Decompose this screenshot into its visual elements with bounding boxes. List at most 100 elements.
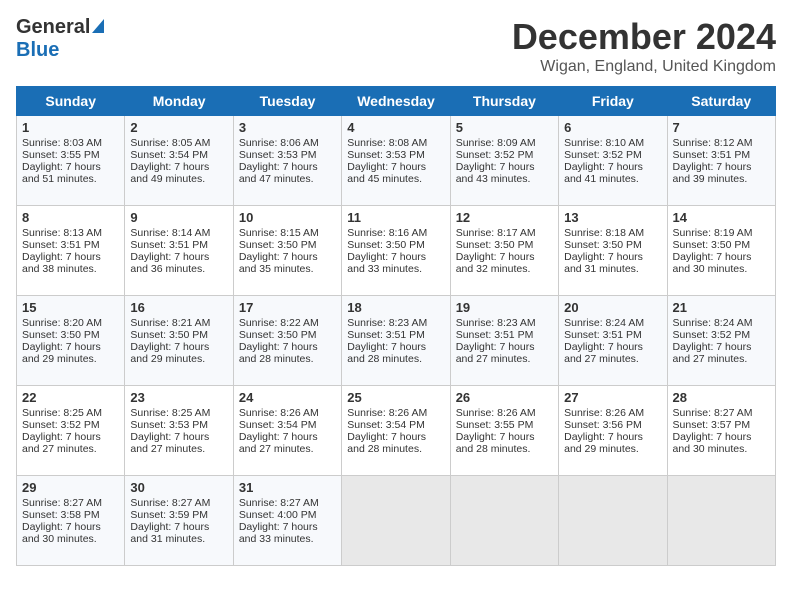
day-info-line: Sunrise: 8:09 AM xyxy=(456,137,553,149)
logo: General Blue xyxy=(16,16,104,62)
day-number: 24 xyxy=(239,390,336,405)
day-info-line: Sunrise: 8:26 AM xyxy=(239,407,336,419)
day-number: 18 xyxy=(347,300,444,315)
day-info-line: Sunrise: 8:16 AM xyxy=(347,227,444,239)
day-info-line: Sunset: 3:50 PM xyxy=(564,239,661,251)
day-info-line: Daylight: 7 hours xyxy=(130,341,227,353)
day-info-line: and 51 minutes. xyxy=(22,173,119,185)
day-info-line: Sunset: 3:56 PM xyxy=(564,419,661,431)
day-number: 12 xyxy=(456,210,553,225)
calendar-cell: 3Sunrise: 8:06 AMSunset: 3:53 PMDaylight… xyxy=(233,116,341,206)
day-info-line: Daylight: 7 hours xyxy=(239,161,336,173)
day-number: 28 xyxy=(673,390,770,405)
calendar-week-row: 22Sunrise: 8:25 AMSunset: 3:52 PMDayligh… xyxy=(17,386,776,476)
day-number: 5 xyxy=(456,120,553,135)
day-info-line: and 29 minutes. xyxy=(22,353,119,365)
calendar-cell: 16Sunrise: 8:21 AMSunset: 3:50 PMDayligh… xyxy=(125,296,233,386)
day-info-line: Sunrise: 8:26 AM xyxy=(456,407,553,419)
day-info-line: Sunrise: 8:05 AM xyxy=(130,137,227,149)
calendar-cell: 24Sunrise: 8:26 AMSunset: 3:54 PMDayligh… xyxy=(233,386,341,476)
day-info-line: Sunset: 3:51 PM xyxy=(456,329,553,341)
calendar-week-row: 29Sunrise: 8:27 AMSunset: 3:58 PMDayligh… xyxy=(17,476,776,566)
day-number: 4 xyxy=(347,120,444,135)
calendar-cell: 19Sunrise: 8:23 AMSunset: 3:51 PMDayligh… xyxy=(450,296,558,386)
day-info-line: Sunrise: 8:27 AM xyxy=(130,497,227,509)
day-info-line: Sunrise: 8:19 AM xyxy=(673,227,770,239)
calendar-cell xyxy=(342,476,450,566)
day-info-line: and 38 minutes. xyxy=(22,263,119,275)
day-info-line: Daylight: 7 hours xyxy=(673,161,770,173)
day-info-line: Daylight: 7 hours xyxy=(239,521,336,533)
day-info-line: Daylight: 7 hours xyxy=(130,251,227,263)
month-title: December 2024 xyxy=(512,16,776,58)
day-info-line: Sunset: 3:55 PM xyxy=(456,419,553,431)
day-info-line: Sunrise: 8:15 AM xyxy=(239,227,336,239)
calendar-cell: 9Sunrise: 8:14 AMSunset: 3:51 PMDaylight… xyxy=(125,206,233,296)
day-info-line: and 29 minutes. xyxy=(130,353,227,365)
weekday-header-sunday: Sunday xyxy=(17,87,125,116)
day-info-line: Daylight: 7 hours xyxy=(130,161,227,173)
weekday-header-thursday: Thursday xyxy=(450,87,558,116)
day-info-line: and 27 minutes. xyxy=(239,443,336,455)
day-info-line: Daylight: 7 hours xyxy=(22,161,119,173)
day-info-line: Sunset: 3:52 PM xyxy=(673,329,770,341)
day-info-line: Sunset: 3:51 PM xyxy=(564,329,661,341)
calendar-week-row: 8Sunrise: 8:13 AMSunset: 3:51 PMDaylight… xyxy=(17,206,776,296)
day-info-line: Sunrise: 8:17 AM xyxy=(456,227,553,239)
day-number: 19 xyxy=(456,300,553,315)
day-number: 31 xyxy=(239,480,336,495)
day-number: 3 xyxy=(239,120,336,135)
day-info-line: Sunrise: 8:22 AM xyxy=(239,317,336,329)
day-number: 11 xyxy=(347,210,444,225)
day-info-line: and 27 minutes. xyxy=(130,443,227,455)
calendar-table: SundayMondayTuesdayWednesdayThursdayFrid… xyxy=(16,86,776,566)
day-info-line: Sunrise: 8:24 AM xyxy=(673,317,770,329)
day-number: 27 xyxy=(564,390,661,405)
location-title: Wigan, England, United Kingdom xyxy=(512,58,776,76)
day-info-line: Sunset: 3:52 PM xyxy=(564,149,661,161)
calendar-cell: 27Sunrise: 8:26 AMSunset: 3:56 PMDayligh… xyxy=(559,386,667,476)
weekday-header-saturday: Saturday xyxy=(667,87,775,116)
day-info-line: Sunrise: 8:27 AM xyxy=(673,407,770,419)
calendar-cell: 31Sunrise: 8:27 AMSunset: 4:00 PMDayligh… xyxy=(233,476,341,566)
day-info-line: Sunset: 3:51 PM xyxy=(130,239,227,251)
calendar-cell: 18Sunrise: 8:23 AMSunset: 3:51 PMDayligh… xyxy=(342,296,450,386)
day-info-line: and 30 minutes. xyxy=(22,533,119,545)
day-info-line: Sunrise: 8:27 AM xyxy=(239,497,336,509)
day-number: 22 xyxy=(22,390,119,405)
day-info-line: Sunrise: 8:08 AM xyxy=(347,137,444,149)
day-info-line: Sunrise: 8:25 AM xyxy=(130,407,227,419)
day-number: 7 xyxy=(673,120,770,135)
day-number: 6 xyxy=(564,120,661,135)
day-info-line: Daylight: 7 hours xyxy=(673,251,770,263)
calendar-cell: 13Sunrise: 8:18 AMSunset: 3:50 PMDayligh… xyxy=(559,206,667,296)
day-info-line: and 32 minutes. xyxy=(456,263,553,275)
day-info-line: and 49 minutes. xyxy=(130,173,227,185)
day-info-line: and 31 minutes. xyxy=(130,533,227,545)
calendar-cell: 11Sunrise: 8:16 AMSunset: 3:50 PMDayligh… xyxy=(342,206,450,296)
day-info-line: Sunrise: 8:24 AM xyxy=(564,317,661,329)
calendar-cell xyxy=(450,476,558,566)
calendar-cell: 10Sunrise: 8:15 AMSunset: 3:50 PMDayligh… xyxy=(233,206,341,296)
day-info-line: Sunset: 3:50 PM xyxy=(673,239,770,251)
day-info-line: Sunset: 3:51 PM xyxy=(22,239,119,251)
day-info-line: Sunset: 3:53 PM xyxy=(130,419,227,431)
day-info-line: Daylight: 7 hours xyxy=(347,251,444,263)
calendar-week-row: 15Sunrise: 8:20 AMSunset: 3:50 PMDayligh… xyxy=(17,296,776,386)
day-number: 8 xyxy=(22,210,119,225)
day-info-line: Daylight: 7 hours xyxy=(22,431,119,443)
logo-triangle-icon xyxy=(92,19,104,33)
day-info-line: and 39 minutes. xyxy=(673,173,770,185)
day-number: 2 xyxy=(130,120,227,135)
day-info-line: Daylight: 7 hours xyxy=(673,341,770,353)
day-info-line: and 29 minutes. xyxy=(564,443,661,455)
day-info-line: Daylight: 7 hours xyxy=(22,341,119,353)
calendar-cell: 20Sunrise: 8:24 AMSunset: 3:51 PMDayligh… xyxy=(559,296,667,386)
day-info-line: and 27 minutes. xyxy=(22,443,119,455)
day-info-line: Sunrise: 8:23 AM xyxy=(456,317,553,329)
day-info-line: Daylight: 7 hours xyxy=(22,251,119,263)
day-info-line: Sunset: 3:50 PM xyxy=(239,329,336,341)
day-info-line: Daylight: 7 hours xyxy=(130,521,227,533)
day-number: 1 xyxy=(22,120,119,135)
day-info-line: Sunset: 3:57 PM xyxy=(673,419,770,431)
